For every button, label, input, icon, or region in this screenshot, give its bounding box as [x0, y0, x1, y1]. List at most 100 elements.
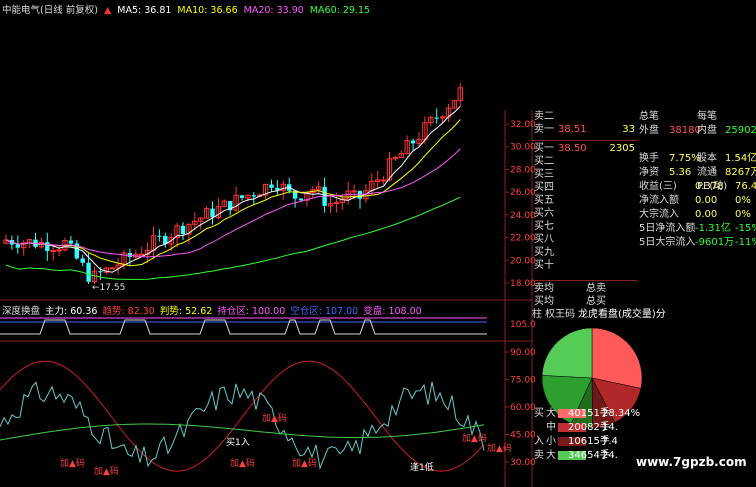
candle-body — [56, 249, 62, 252]
candle-body — [251, 195, 256, 197]
signal-label: 加▲码 — [262, 413, 287, 424]
ob-label: 买三 — [534, 169, 554, 180]
stat-row: 5日大宗流入-9601万-11% — [639, 237, 756, 248]
ind-empty: 空仓区: 107.00 — [290, 306, 359, 317]
ma20-label: MA20: 33.90 — [243, 5, 304, 16]
ob-label: 买六 — [534, 208, 554, 219]
bid-row[interactable]: 买二 — [532, 155, 637, 168]
flow-row: 买大 40151手 28.34% — [534, 408, 641, 419]
panel-tab[interactable]: 权王码 — [545, 309, 575, 320]
stat-row: 净资 5.36 流通 8267万 — [639, 167, 756, 178]
sum_sell-row: 卖均 总卖 — [534, 283, 606, 294]
candle-body — [139, 253, 145, 256]
stat-row: 大宗流入 0.00 0% — [639, 209, 751, 220]
candle-body — [357, 190, 363, 199]
ma-line-5 — [5, 105, 461, 273]
candle-body — [109, 267, 115, 270]
ind-change: 变盘: 108.00 — [363, 306, 422, 317]
main-legend: 中能电气(日线 前复权) ▲ MA5: 36.81 MA10: 36.66 MA20: … — [2, 2, 376, 16]
candle-body — [45, 242, 50, 251]
ind-judge: 判势: 52.62 — [159, 306, 213, 317]
sum_buy-row: 买均 总买 — [534, 296, 606, 307]
kline-chart-area[interactable]: ←17.55 加▲码加▲码加▲码 加▲码加▲码加▲码加▲码买1入逢1低 32.00… — [0, 0, 535, 487]
candlestick-group: ←17.55 — [3, 83, 464, 293]
bid-row[interactable]: 买一 38.50 2305 — [532, 142, 637, 155]
signal-label: 买1入 — [226, 437, 250, 448]
flow-row: 入小 10615手 7.4 — [534, 436, 618, 447]
bid-row[interactable]: 买三 — [532, 168, 637, 181]
panel-tab[interactable]: 柱 — [532, 309, 542, 320]
ob-label: 买四 — [534, 182, 554, 193]
signal-label: 加▲码 — [462, 433, 487, 444]
ask-row[interactable]: 卖一 38.51 33 — [532, 123, 637, 136]
candle-body — [157, 235, 162, 237]
stock-title: 中能电气(日线 前复权) — [2, 5, 98, 16]
ma-line-40 — [5, 196, 461, 280]
candle-body — [210, 208, 215, 218]
quote-panel: 卖二卖一 38.51 33 买一 38.50 2305 买二买三买四买五买六买七买八买九买十… — [532, 110, 756, 487]
ma10-label: MA10: 36.66 — [177, 5, 238, 16]
bid-row[interactable]: 买六 — [532, 207, 637, 220]
ob-label: 买二 — [534, 156, 554, 167]
candle-body — [410, 140, 416, 144]
flow-row: 中 20082手 14. — [546, 422, 618, 433]
bid-row[interactable]: 买八 — [532, 233, 637, 246]
ask-row[interactable]: 卖二 — [532, 110, 637, 123]
ob-label: 买一 — [534, 143, 554, 154]
sort-arrow-icon[interactable]: ▲ — [104, 5, 111, 16]
bid-row[interactable]: 买七 — [532, 220, 637, 233]
ob-label: 买八 — [534, 234, 554, 245]
ind2-main-line — [0, 381, 485, 470]
bid-row[interactable]: 买四 — [532, 181, 637, 194]
stat-row: 收益(三) 0.378 PE(动) 76.4 — [639, 181, 756, 192]
pie-slice — [541, 327, 593, 379]
ind-trend: 趋势: 82.30 — [102, 306, 155, 317]
candle-body — [380, 179, 387, 182]
stat-row: 5日净流入额-1.31亿-15% — [639, 223, 756, 234]
bid-row[interactable]: 买九 — [532, 246, 637, 259]
ind-title: 深度换盘 — [2, 306, 41, 317]
candle-body — [239, 195, 245, 198]
stat-row: 外盘 38180 内盘 25902 — [639, 125, 756, 136]
ma-line-10 — [5, 119, 461, 267]
ind-main: 主力: 60.36 — [45, 306, 98, 317]
candle-body — [439, 116, 446, 119]
low-price-label: ←17.55 — [92, 283, 125, 293]
ma60-label: MA60: 29.15 — [309, 5, 371, 16]
ob-price: 38.51 — [558, 124, 587, 135]
flow-row: 卖大 34654手 24. — [534, 450, 618, 461]
bid-row[interactable]: 买五 — [532, 194, 637, 207]
stat-row: 净流入额 0.00 0% — [639, 195, 751, 206]
signal-label: 加▲码 — [487, 443, 512, 454]
signal-label: 加▲码 — [94, 466, 119, 477]
ob-label: 买五 — [534, 195, 554, 206]
ob-label: 买七 — [534, 221, 554, 232]
bid-row[interactable]: 买十 — [532, 259, 637, 272]
candle-body — [333, 202, 340, 205]
candle-body — [86, 262, 91, 282]
quote-stats: 总笔 每笔 外盘 38180 内盘 25902 换手 7.75% 股本 1.54亿 净资 5.36 流通… — [637, 110, 756, 250]
ob-price: 38.50 — [558, 143, 587, 154]
ob-label: 买十 — [534, 260, 554, 271]
panel-tab[interactable]: 龙虎看盘(成交量)分 — [578, 309, 666, 320]
indicator1-lines — [0, 317, 487, 335]
panel-tabs: 柱权王码 龙虎看盘(成交量)分 — [532, 308, 756, 322]
watermark: www.7gpzb.com — [636, 455, 747, 469]
ob-volume: 2305 — [609, 143, 635, 154]
ob-label: 卖二 — [534, 111, 554, 122]
candle-body — [298, 198, 304, 201]
capital-flow-table: 买大 40151手 28.34% 中 20082手 14. 入小 10615手 7.4 卖大 346… — [532, 407, 652, 463]
candle-body — [434, 117, 439, 119]
candle-body — [98, 271, 103, 273]
stat-row — [637, 138, 756, 152]
ob-label: 卖一 — [534, 124, 554, 135]
signal-label: 加▲码 — [230, 458, 255, 469]
ob-label: 买九 — [534, 247, 554, 258]
signal-label: 加▲码 — [292, 458, 317, 469]
signal-label: 加▲码 — [60, 458, 85, 469]
ind2-trend-line — [0, 360, 485, 472]
indicator2-lines: 加▲码加▲码加▲码 加▲码加▲码加▲码加▲码买1入逢1低 — [0, 360, 512, 477]
ob-volume: 33 — [622, 124, 635, 135]
ind-hold: 持仓区: 100.00 — [217, 306, 286, 317]
indicator-legend: 深度换盘 主力: 60.36 趋势: 82.30 判势: 52.62 持仓区: 100.… — [2, 303, 427, 317]
